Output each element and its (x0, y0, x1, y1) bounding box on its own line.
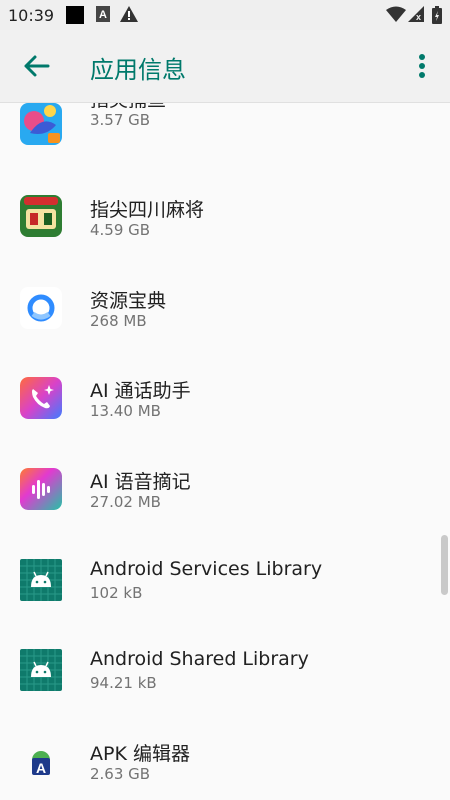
app-list-item[interactable]: 指尖四川麻将 4.59 GB (0, 171, 440, 261)
app-name: AI 语音摘记 (90, 471, 191, 493)
app-list: 指尖捕鱼 3.57 GB 指尖四川麻将 4.59 GB 资源宝典 268 MB (0, 103, 450, 800)
app-size: 3.57 GB (90, 111, 151, 129)
app-list-item[interactable]: 指尖捕鱼 3.57 GB (0, 103, 440, 171)
apk-editor-icon: A (20, 740, 62, 782)
app-list-item[interactable]: Android Services Library 102 kB (0, 534, 440, 624)
app-size: 13.40 MB (90, 402, 161, 420)
ai-call-icon (20, 377, 62, 419)
app-list-item[interactable]: AI 通话助手 13.40 MB (0, 352, 440, 442)
warning-icon (120, 6, 138, 22)
app-name: 指尖四川麻将 (90, 199, 205, 221)
ai-voice-icon (20, 468, 62, 510)
android-default-icon (20, 559, 62, 601)
status-bar: 10:39 A x (0, 0, 450, 30)
app-size: 27.02 MB (90, 493, 161, 511)
app-list-item[interactable]: Android Shared Library 94.21 kB (0, 624, 440, 714)
fishing-game-icon (20, 103, 62, 145)
back-arrow-icon[interactable] (16, 48, 56, 84)
a-notification-icon: A (96, 6, 110, 22)
wifi-icon (386, 6, 406, 22)
app-bar: 应用信息 (0, 30, 450, 103)
scrollbar-thumb[interactable] (441, 535, 448, 595)
svg-text:A: A (99, 9, 107, 21)
svg-text:x: x (416, 12, 421, 22)
app-name: Android Services Library (90, 558, 323, 580)
app-size: 102 kB (90, 584, 143, 602)
app-size: 268 MB (90, 312, 147, 330)
page-title: 应用信息 (90, 56, 186, 84)
app-size: 4.59 GB (90, 221, 151, 239)
signal-icon: x (408, 6, 424, 22)
mahjong-game-icon (20, 195, 62, 237)
app-name: 资源宝典 (90, 290, 167, 312)
svg-text:A: A (36, 760, 46, 776)
app-size: 2.63 GB (90, 765, 151, 783)
app-name: APK 编辑器 (90, 743, 190, 765)
more-vert-icon[interactable] (408, 48, 436, 84)
app-list-item[interactable]: 资源宝典 268 MB (0, 262, 440, 352)
android-default-icon (20, 649, 62, 691)
app-name: AI 通话助手 (90, 380, 191, 402)
battery-icon (432, 6, 442, 24)
black-square-icon (66, 6, 84, 24)
resource-ring-icon (20, 287, 62, 329)
app-list-item[interactable]: A APK 编辑器 2.63 GB (0, 715, 440, 800)
app-size: 94.21 kB (90, 674, 157, 692)
app-list-item[interactable]: AI 语音摘记 27.02 MB (0, 443, 440, 533)
status-time: 10:39 (8, 6, 55, 25)
app-name: Android Shared Library (90, 648, 309, 670)
